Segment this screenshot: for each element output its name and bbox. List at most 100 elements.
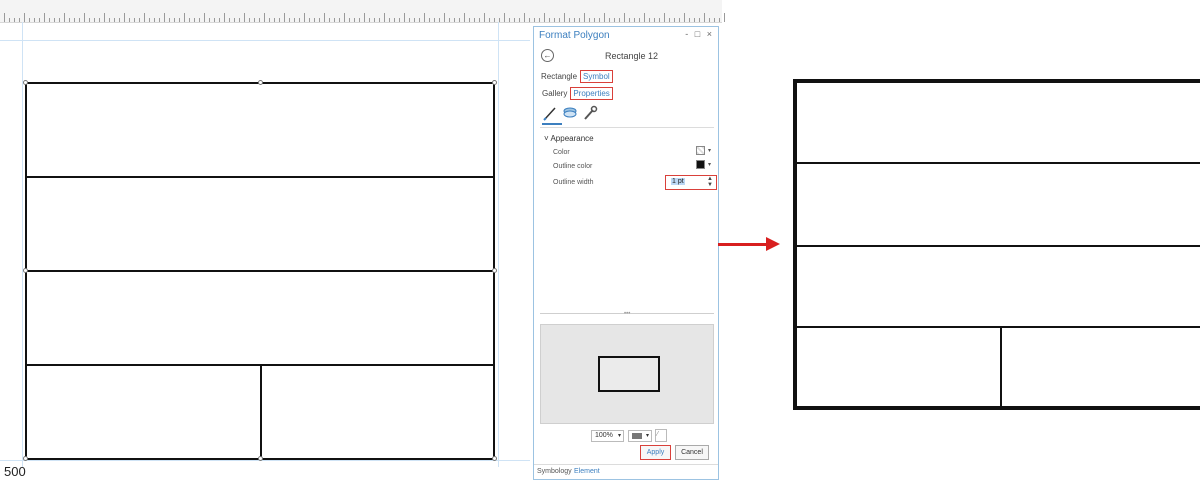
ruler-tick <box>319 18 320 22</box>
layout-rectangle[interactable] <box>25 176 495 272</box>
ruler-tick <box>629 18 630 22</box>
ruler-tick <box>439 18 440 22</box>
layout-rectangle[interactable] <box>25 270 495 366</box>
tab-symbology[interactable]: Symbology <box>537 468 572 475</box>
layout-guide <box>22 22 23 467</box>
ruler-tick <box>39 18 40 22</box>
spinner-icon[interactable]: ▲ ▼ <box>707 176 713 188</box>
outline-width-value[interactable]: 1 pt <box>671 178 685 185</box>
tab-rectangle[interactable]: Rectangle <box>539 71 579 82</box>
divider <box>540 127 714 128</box>
ruler-tick <box>159 18 160 22</box>
ruler-tick <box>634 18 635 22</box>
secondary-tabs: Gallery Properties <box>540 87 614 100</box>
ruler-tick <box>174 18 175 22</box>
ruler-tick <box>194 18 195 22</box>
arrow-right-icon <box>766 237 780 251</box>
tab-symbol[interactable]: Symbol <box>580 70 613 83</box>
collapse-chevron-icon[interactable]: ˅ <box>544 134 549 143</box>
ruler-tick <box>19 18 20 22</box>
transparency-toggle[interactable]: ⁄ <box>655 429 667 442</box>
ruler-tick <box>9 18 10 22</box>
background-select[interactable]: ▾ <box>628 430 652 442</box>
tab-gallery[interactable]: Gallery <box>540 88 569 99</box>
ruler-tick <box>569 18 570 22</box>
selection-handle[interactable] <box>492 268 497 273</box>
ruler-tick <box>184 13 185 22</box>
ruler-tick <box>419 18 420 22</box>
ruler-tick <box>454 18 455 22</box>
apply-button[interactable]: Apply <box>640 445 671 460</box>
ruler-tick <box>529 18 530 22</box>
ruler-tick <box>109 18 110 22</box>
ruler-tick <box>639 18 640 22</box>
result-divider <box>797 162 1200 164</box>
ruler-tick <box>284 13 285 22</box>
ruler-tick <box>29 18 30 22</box>
selection-handle[interactable] <box>23 268 28 273</box>
window-controls[interactable]: - □ × <box>685 29 714 39</box>
layers-icon[interactable] <box>562 105 578 121</box>
ruler-tick <box>514 18 515 22</box>
color-swatch[interactable] <box>696 146 705 155</box>
ruler-tick <box>644 13 645 22</box>
ruler-tick <box>294 18 295 22</box>
back-arrow-icon[interactable]: ← <box>541 49 554 62</box>
chevron-down-icon: ▾ <box>617 433 621 439</box>
zoom-value: 100% <box>595 432 613 439</box>
ruler-tick <box>144 13 145 22</box>
selection-handle[interactable] <box>23 456 28 461</box>
ruler-tick <box>239 18 240 22</box>
cancel-button[interactable]: Cancel <box>675 445 709 460</box>
ruler-tick <box>624 13 625 22</box>
pencil-icon[interactable] <box>542 105 558 121</box>
ruler-tick <box>219 18 220 22</box>
ruler-tick <box>49 18 50 22</box>
layout-rectangle[interactable] <box>25 364 262 460</box>
result-rectangle-grid <box>793 79 1200 410</box>
layout-rectangle[interactable] <box>25 82 495 178</box>
outline-width-input[interactable]: 1 pt ▲ ▼ <box>665 175 717 190</box>
ruler-tick <box>614 18 615 22</box>
ruler-tick <box>699 18 700 22</box>
tab-element[interactable]: Element <box>574 468 600 475</box>
outline-color-swatch[interactable] <box>696 160 705 169</box>
ruler-tick <box>539 18 540 22</box>
pane-title: Format Polygon <box>539 30 610 41</box>
ruler-tick <box>34 18 35 22</box>
tab-properties[interactable]: Properties <box>570 87 613 100</box>
ruler-tick <box>619 18 620 22</box>
ruler-tick <box>74 18 75 22</box>
ruler-tick <box>234 18 235 22</box>
splitter-grip-icon[interactable]: ••• <box>624 311 630 317</box>
ruler-tick <box>519 18 520 22</box>
ruler-tick <box>434 18 435 22</box>
zoom-select[interactable]: 100% ▾ <box>591 430 624 442</box>
chevron-down-icon[interactable]: ▾ <box>708 161 711 168</box>
result-divider <box>797 326 1200 328</box>
ruler-tick <box>24 13 25 22</box>
layout-rectangle[interactable] <box>260 364 495 460</box>
ruler-tick <box>359 18 360 22</box>
wrench-icon[interactable] <box>582 105 598 121</box>
ruler-tick <box>379 18 380 22</box>
ruler-tick <box>314 18 315 22</box>
layout-guide <box>0 460 530 461</box>
chevron-down-icon[interactable]: ▾ <box>708 147 711 154</box>
ruler-tick <box>134 18 135 22</box>
ruler-tick <box>444 13 445 22</box>
selection-handle[interactable] <box>492 456 497 461</box>
element-name: Rectangle 12 <box>604 51 658 61</box>
outline-width-label: Outline width <box>553 179 594 186</box>
ruler-tick <box>459 18 460 22</box>
ruler-tick <box>84 13 85 22</box>
ruler-tick <box>544 13 545 22</box>
ruler-tick <box>329 18 330 22</box>
selection-handle[interactable] <box>23 80 28 85</box>
selection-handle[interactable] <box>258 80 263 85</box>
selection-handle[interactable] <box>258 456 263 461</box>
selection-handle[interactable] <box>492 80 497 85</box>
ruler-tick <box>274 18 275 22</box>
appearance-section[interactable]: ˅ Appearance <box>544 134 594 143</box>
preview-rectangle <box>598 356 660 392</box>
